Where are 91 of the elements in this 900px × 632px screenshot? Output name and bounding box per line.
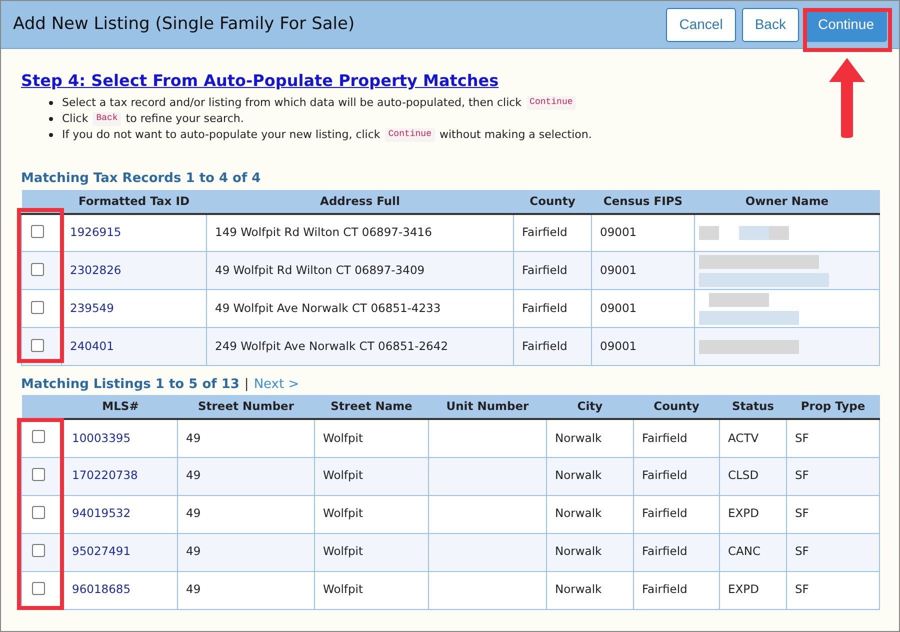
row-checkbox[interactable] [31, 338, 44, 352]
mls-link[interactable]: 94019532 [72, 506, 131, 520]
tax-id-link[interactable]: 239549 [70, 301, 114, 316]
code-chip: Continue [385, 128, 434, 142]
table-cell: SF [795, 582, 809, 596]
table-cell: 09001 [600, 339, 637, 354]
column-header: City [546, 394, 634, 419]
table-cell: SF [795, 544, 809, 558]
table-cell: Wolfpit [323, 582, 363, 596]
bullet-icon [49, 101, 53, 105]
table-cell: CLSD [728, 468, 759, 482]
section-title: Matching Listings 1 to 5 of 13 [21, 376, 240, 394]
table-cell: Fairfield [522, 263, 568, 278]
instruction-text: Select a tax record and/or listing from which data will be auto-populated, then click [62, 94, 522, 111]
dialog-button[interactable]: Back [742, 8, 799, 42]
step-title-link[interactable]: Step 4: Select From Auto-Populate Property Matches [21, 71, 499, 90]
column-header: Street Number [178, 394, 314, 419]
column-header: Formatted Tax ID [62, 190, 206, 214]
code-chip: Continue [526, 96, 576, 110]
table-cell: Fairfield [522, 301, 568, 316]
separator-text: | [244, 376, 249, 394]
column-header: MLS# [64, 394, 178, 419]
mls-link[interactable]: 96018685 [72, 582, 131, 596]
column-header: Prop Type [786, 394, 880, 419]
table-cell: SF [795, 430, 809, 445]
table-cell: 49 [186, 430, 201, 445]
table-cell: SF [795, 506, 809, 520]
row-checkbox[interactable] [31, 300, 44, 314]
table-cell: 09001 [600, 225, 637, 240]
table-cell: Fairfield [642, 430, 688, 445]
tax-id-link[interactable]: 1926915 [70, 225, 122, 240]
table-cell: Norwalk [555, 506, 602, 520]
table-cell: EXPD [728, 582, 759, 596]
table-cell: Fairfield [642, 468, 688, 482]
section-title: Matching Tax Records 1 to 4 of 4 [21, 170, 262, 188]
row-checkbox[interactable] [32, 468, 45, 481]
table-cell: Fairfield [642, 506, 688, 520]
column-header: Street Name [314, 394, 428, 419]
table-cell: CANC [728, 544, 761, 558]
table-cell: Wolfpit [323, 544, 363, 558]
instruction-text: Click [62, 110, 88, 127]
row-checkbox[interactable] [31, 225, 44, 238]
mls-link[interactable]: 10003395 [72, 430, 131, 445]
table-cell: 249 Wolfpit Ave Norwalk CT 06851-2642 [215, 339, 448, 354]
table-cell: Fairfield [522, 339, 568, 354]
row-checkbox[interactable] [32, 430, 45, 444]
row-checkbox[interactable] [32, 544, 45, 557]
table-cell: 149 Wolfpit Rd Wilton CT 06897-3416 [215, 225, 432, 240]
row-checkbox[interactable] [31, 262, 44, 276]
table-cell: 49 [186, 468, 201, 482]
instruction-text: to refine your search. [126, 110, 244, 127]
table-cell: Norwalk [555, 582, 602, 596]
table-cell: Wolfpit [323, 506, 363, 520]
table-cell: 49 Wolfpit Ave Norwalk CT 06851-4233 [215, 301, 441, 316]
dialog-button[interactable]: Cancel [666, 8, 736, 42]
table-cell: ACTV [728, 430, 759, 445]
column-header: Census FIPS [592, 190, 694, 214]
table-cell: 09001 [600, 301, 637, 316]
table-cell: 09001 [600, 263, 637, 278]
tax-id-link[interactable]: 2302826 [70, 263, 122, 278]
instruction-text: If you do not want to auto-populate your new listing, click [62, 126, 380, 143]
column-header: Status [720, 394, 786, 419]
table-cell: Norwalk [555, 468, 602, 482]
column-header: Address Full [206, 190, 514, 214]
table-cell: 49 [186, 582, 201, 596]
table-cell: 49 [186, 544, 201, 558]
table-cell: Fairfield [522, 225, 568, 240]
table-cell: EXPD [728, 506, 759, 520]
tax-id-link[interactable]: 240401 [70, 339, 114, 354]
column-header: County [634, 394, 720, 419]
mls-link[interactable]: 95027491 [72, 544, 131, 558]
column-header: Owner Name [694, 190, 880, 214]
table-cell: Norwalk [555, 544, 602, 558]
table-cell: Fairfield [642, 544, 688, 558]
table-cell: 49 [186, 506, 201, 520]
bullet-icon [49, 133, 53, 137]
column-header: County [514, 190, 592, 214]
table-cell: Norwalk [555, 430, 602, 445]
table-cell: 49 Wolfpit Rd Wilton CT 06897-3409 [215, 263, 425, 278]
window-title: Add New Listing (Single Family For Sale) [13, 12, 355, 36]
instruction-text: without making a selection. [440, 126, 592, 143]
table-cell: Wolfpit [323, 468, 363, 482]
bullet-icon [49, 117, 53, 121]
row-checkbox[interactable] [32, 582, 45, 595]
table-cell: SF [795, 468, 809, 482]
table-cell: Wolfpit [323, 430, 363, 445]
table-cell: Fairfield [642, 582, 688, 596]
row-checkbox[interactable] [32, 506, 45, 519]
arrow-icon [827, 56, 867, 140]
code-chip: Back [93, 112, 121, 126]
column-header: Unit Number [428, 394, 546, 419]
